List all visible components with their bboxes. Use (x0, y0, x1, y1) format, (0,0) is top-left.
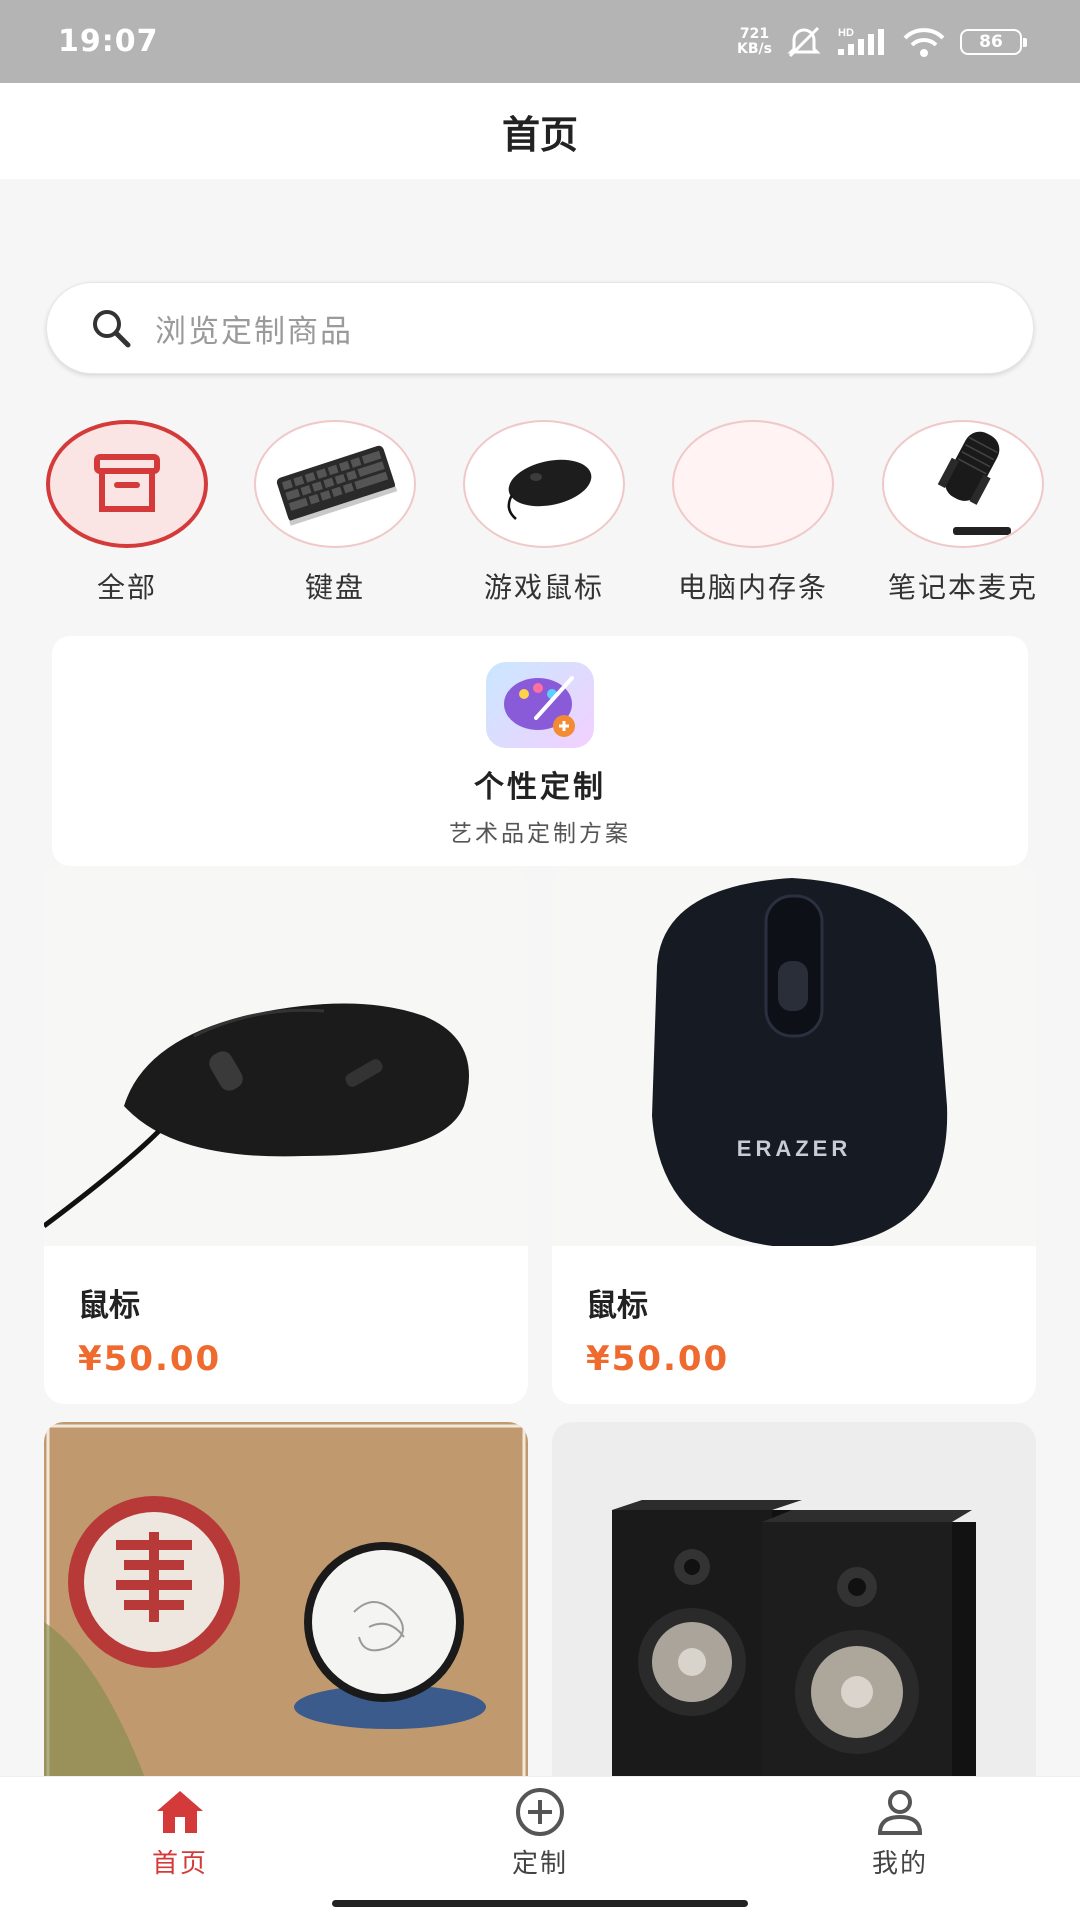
product-price: ¥50.00 (586, 1339, 730, 1379)
category-strip: 全部 键盘 游戏鼠标 电脑内存条 笔记本麦克 (0, 420, 1080, 610)
palette-icon (486, 662, 594, 748)
product-card[interactable] (44, 1422, 528, 1802)
product-price: ¥50.00 (78, 1339, 222, 1379)
keyboard-image (254, 420, 416, 548)
status-icons: 721 KB/s HD 86 (737, 25, 1027, 59)
wifi-icon (903, 27, 945, 57)
tab-custom[interactable]: 定制 (460, 1787, 620, 1880)
memory-image (672, 420, 834, 548)
status-time: 19:07 (58, 24, 159, 59)
top-nav-bar: 首页 (0, 83, 1080, 179)
mouse-brand-text: ERAZER (737, 1136, 851, 1161)
home-indicator (332, 1900, 748, 1907)
product-image-seal-art (44, 1422, 528, 1802)
net-speed: 721 KB/s (737, 25, 772, 57)
home-icon (157, 1791, 203, 1833)
category-gaming-mouse[interactable]: 游戏鼠标 (449, 420, 639, 606)
custom-banner-title: 个性定制 (474, 770, 606, 805)
product-card[interactable]: ERAZER 鼠标 ¥50.00 (552, 866, 1036, 1404)
category-all-circle (46, 420, 208, 548)
custom-banner-subtitle: 艺术品定制方案 (449, 821, 631, 847)
product-card[interactable]: 鼠标 ¥50.00 (44, 866, 528, 1404)
category-memory[interactable]: 电脑内存条 (658, 420, 848, 606)
page-title: 首页 (501, 112, 578, 157)
product-image-wireless-mouse: ERAZER (552, 866, 1036, 1246)
user-icon (877, 1790, 923, 1835)
custom-banner-card[interactable]: 个性定制 艺术品定制方案 (52, 636, 1028, 866)
signal-icon: HD (838, 27, 884, 55)
microphone-image (882, 420, 1044, 548)
mouse-image (463, 420, 625, 548)
battery-indicator: 86 (960, 28, 1027, 55)
tab-mine[interactable]: 我的 (820, 1787, 980, 1880)
product-image-speakers (552, 1422, 1036, 1802)
category-laptop-mic[interactable]: 笔记本麦克 (868, 420, 1058, 606)
search-input[interactable]: 浏览定制商品 (46, 282, 1034, 374)
box-icon (94, 454, 160, 512)
product-image-wired-mouse (44, 866, 528, 1246)
status-bar: 19:07 721 KB/s HD 86 (0, 0, 1080, 83)
search-icon (93, 310, 131, 348)
signal-badge: HD (838, 27, 854, 39)
category-all[interactable]: 全部 (32, 420, 222, 606)
product-name: 鼠标 (586, 1288, 648, 1324)
search-placeholder: 浏览定制商品 (155, 313, 353, 350)
product-card[interactable] (552, 1422, 1036, 1802)
category-keyboard[interactable]: 键盘 (240, 420, 430, 606)
product-name: 鼠标 (78, 1288, 140, 1324)
mute-bell-icon (787, 26, 821, 57)
plus-circle-icon (516, 1788, 564, 1836)
tab-home[interactable]: 首页 (100, 1787, 260, 1880)
